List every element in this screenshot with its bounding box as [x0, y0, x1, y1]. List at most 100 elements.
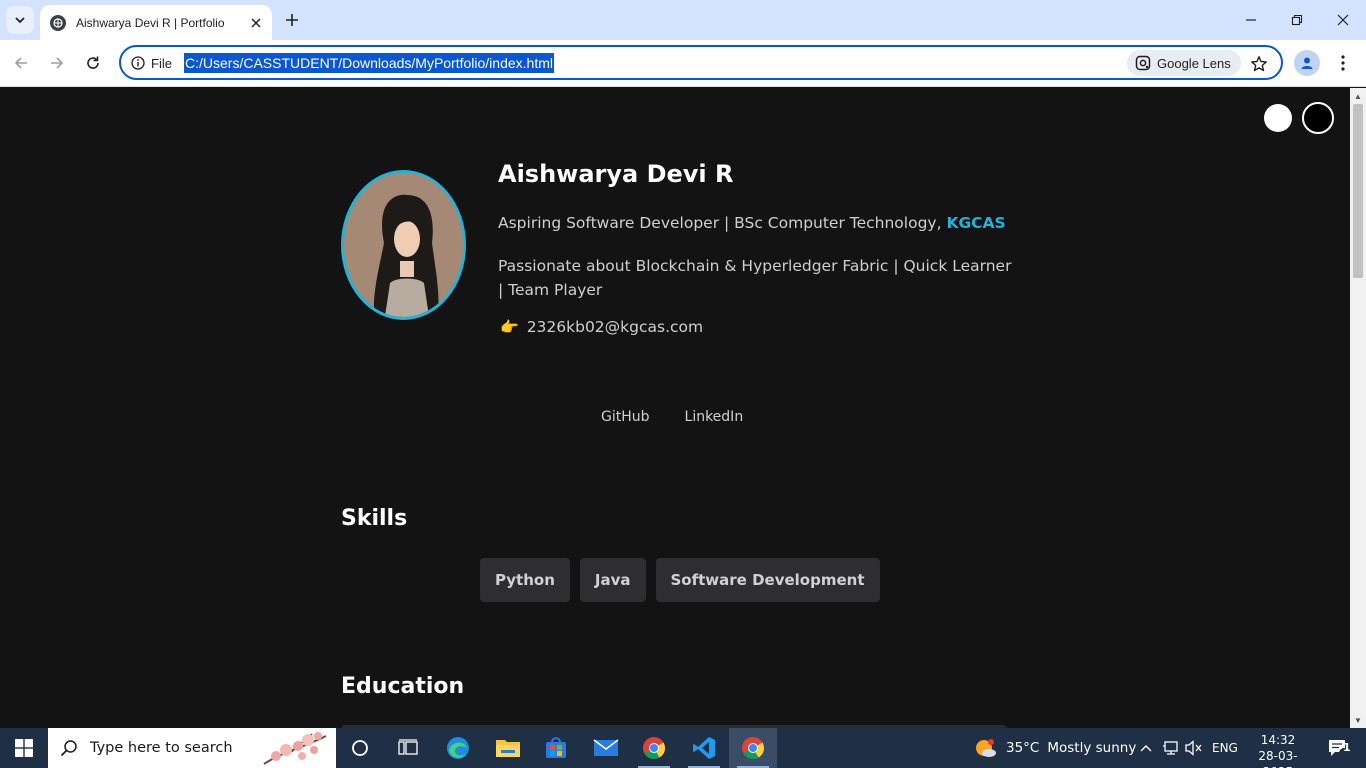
start-button[interactable] [0, 728, 48, 768]
education-heading: Education [341, 674, 465, 699]
volume-muted-icon [1185, 740, 1202, 756]
url-text[interactable]: C:/Users/CASSTUDENT/Downloads/MyPortfoli… [184, 53, 554, 73]
college-link[interactable]: KGCAS [946, 214, 1005, 232]
task-view-icon [398, 739, 418, 755]
minimize-icon [1246, 19, 1256, 21]
folder-icon [496, 740, 520, 757]
profile-tagline: Aspiring Software Developer | BSc Comput… [498, 214, 1006, 232]
address-bar[interactable]: File C:/Users/CASSTUDENT/Downloads/MyPor… [119, 45, 1283, 80]
tab-close-icon[interactable] [248, 15, 264, 31]
browser-tab-active[interactable]: Aishwarya Devi R | Portfolio [40, 5, 272, 40]
scroll-down-arrow-icon[interactable]: ▼ [1350, 712, 1366, 728]
social-links: GitHub LinkedIn [601, 409, 743, 425]
restore-icon [1291, 14, 1303, 26]
globe-icon [50, 14, 66, 31]
new-tab-button[interactable] [280, 8, 304, 32]
page-scrollbar[interactable]: ▲ ▼ [1350, 88, 1366, 728]
chevron-up-icon [1140, 745, 1152, 752]
close-window-button[interactable] [1320, 0, 1366, 40]
back-button[interactable] [6, 48, 36, 78]
edge-browser-icon [447, 737, 469, 759]
arrow-left-icon [14, 57, 27, 69]
tagline-text: Aspiring Software Developer | BSc Comput… [498, 214, 947, 232]
blossom-illustration-icon [263, 732, 327, 765]
taskbar-search-box[interactable]: Type here to search [48, 728, 336, 768]
more-vertical-icon [1341, 55, 1345, 71]
tab-search-button[interactable] [6, 6, 34, 34]
notification-count: 1 [1343, 741, 1351, 754]
skill-chip: Java [579, 558, 646, 602]
site-info-label: File [151, 55, 172, 71]
vscode-app-button[interactable] [680, 728, 728, 768]
edge-app-button[interactable] [434, 728, 482, 768]
sun-cloud-icon [976, 739, 996, 757]
clock-time: 14:32 [1260, 733, 1296, 747]
network-button[interactable] [1162, 728, 1180, 768]
network-icon [1163, 741, 1178, 755]
scroll-thumb[interactable] [1353, 104, 1363, 278]
skill-chip: Software Development [655, 558, 880, 602]
restore-button[interactable] [1274, 0, 1320, 40]
pointing-hand-icon: 👉 [500, 318, 519, 336]
avatar [341, 170, 466, 320]
dark-theme-toggle[interactable] [1302, 102, 1334, 134]
skills-heading: Skills [341, 506, 408, 531]
circle-icon [352, 740, 368, 756]
weather-widget[interactable]: 35°C Mostly sunny [974, 728, 1136, 768]
site-info-chip[interactable]: File [131, 54, 172, 72]
close-icon [1337, 14, 1349, 26]
forward-button[interactable] [42, 48, 72, 78]
linkedin-link[interactable]: LinkedIn [685, 409, 744, 425]
person-icon [1301, 57, 1313, 69]
github-link[interactable]: GitHub [601, 409, 650, 425]
arrow-right-icon [51, 57, 64, 69]
google-lens-button[interactable]: Google Lens [1127, 50, 1241, 76]
skills-list: Python Java Software Development [480, 558, 880, 602]
search-placeholder: Type here to search [90, 740, 233, 756]
chrome-app-button[interactable] [630, 728, 678, 768]
google-lens-label: Google Lens [1157, 55, 1231, 71]
portfolio-page: Aishwarya Devi R Aspiring Software Devel… [0, 88, 1350, 728]
lens-icon [1135, 55, 1151, 71]
weather-temperature: 35°C [1006, 740, 1040, 756]
chrome-menu-button[interactable] [1332, 50, 1354, 76]
chrome-window-button[interactable] [729, 728, 777, 768]
task-view-cortana-button[interactable] [336, 728, 384, 768]
chrome-icon [643, 737, 665, 759]
avatar-illustration [344, 173, 463, 317]
windows-logo-icon [15, 739, 33, 757]
store-icon [546, 737, 566, 758]
clock-date: 28-03-2025 [1258, 749, 1298, 768]
taskbar-clock[interactable]: 14:32 28-03-2025 [1248, 732, 1308, 768]
email-link[interactable]: 2326kb02@kgcas.com [527, 318, 703, 336]
light-theme-toggle[interactable] [1264, 104, 1292, 132]
microsoft-store-button[interactable] [532, 728, 580, 768]
language-indicator[interactable]: ENG [1212, 728, 1238, 768]
task-view-button[interactable] [384, 728, 432, 768]
volume-button[interactable] [1185, 728, 1203, 768]
minimize-button[interactable] [1228, 0, 1274, 40]
info-icon [131, 56, 145, 70]
action-center-button[interactable]: 1 [1318, 728, 1358, 768]
email-row: 👉 2326kb02@kgcas.com [500, 318, 703, 336]
weather-description: Mostly sunny [1047, 740, 1137, 756]
browser-tab-strip: Aishwarya Devi R | Portfolio [0, 0, 1366, 40]
scroll-up-arrow-icon[interactable]: ▲ [1350, 88, 1366, 104]
plus-icon [286, 14, 298, 26]
chevron-down-icon [15, 17, 25, 24]
mail-icon [593, 739, 619, 756]
vscode-icon [693, 737, 715, 759]
bookmark-star-button[interactable] [1248, 53, 1270, 75]
search-icon [60, 740, 77, 757]
mail-app-button[interactable] [582, 728, 630, 768]
profile-about: Passionate about Blockchain & Hyperledge… [498, 257, 1012, 299]
reload-icon [87, 56, 99, 69]
profile-button[interactable] [1294, 50, 1320, 76]
tab-title: Aishwarya Devi R | Portfolio [76, 15, 225, 30]
star-icon [1251, 56, 1267, 72]
skill-chip: Python [480, 558, 570, 602]
browser-toolbar: File C:/Users/CASSTUDENT/Downloads/MyPor… [0, 40, 1366, 87]
file-explorer-button[interactable] [484, 728, 532, 768]
show-hidden-icons-button[interactable] [1140, 728, 1152, 768]
reload-button[interactable] [78, 48, 108, 78]
